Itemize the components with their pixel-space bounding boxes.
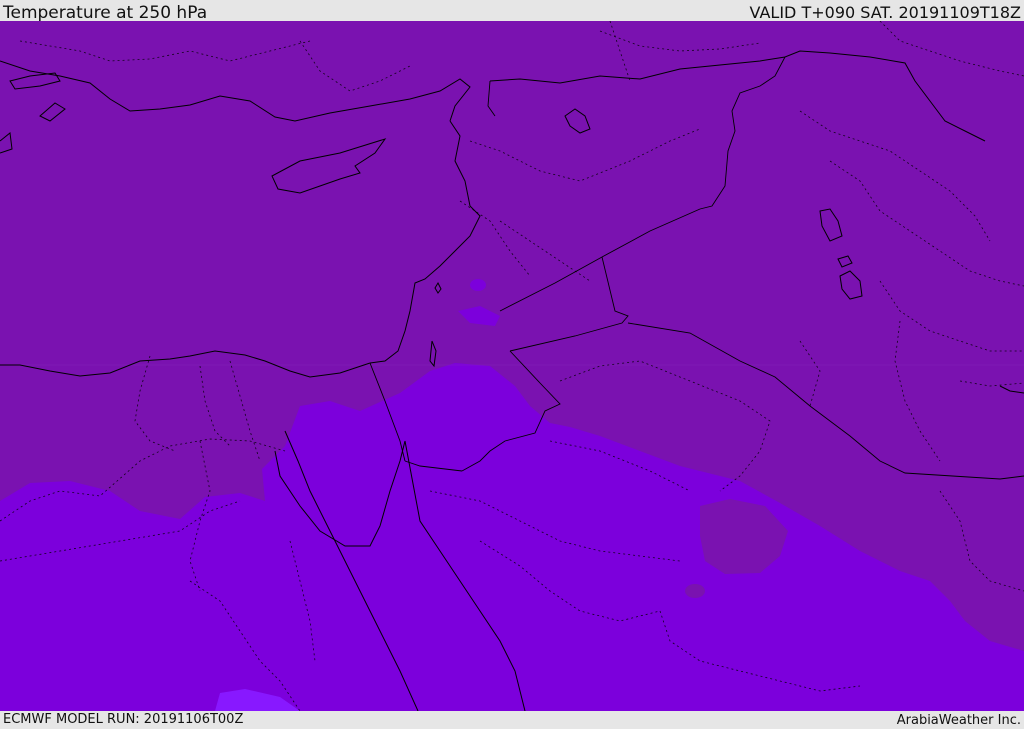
map-title: Temperature at 250 hPa [3,3,208,23]
valid-time: VALID T+090 SAT. 20191109T18Z [749,3,1021,22]
temperature-map [0,21,1024,711]
model-run: ECMWF MODEL RUN: 20191106T00Z [3,712,244,727]
coldest-spot [470,279,486,291]
footer-bar: ECMWF MODEL RUN: 20191106T00Z ArabiaWeat… [0,711,1024,729]
warm-spot [685,584,705,598]
credit: ArabiaWeather Inc. [896,713,1021,728]
header-bar: Temperature at 250 hPa VALID T+090 SAT. … [0,0,1024,23]
